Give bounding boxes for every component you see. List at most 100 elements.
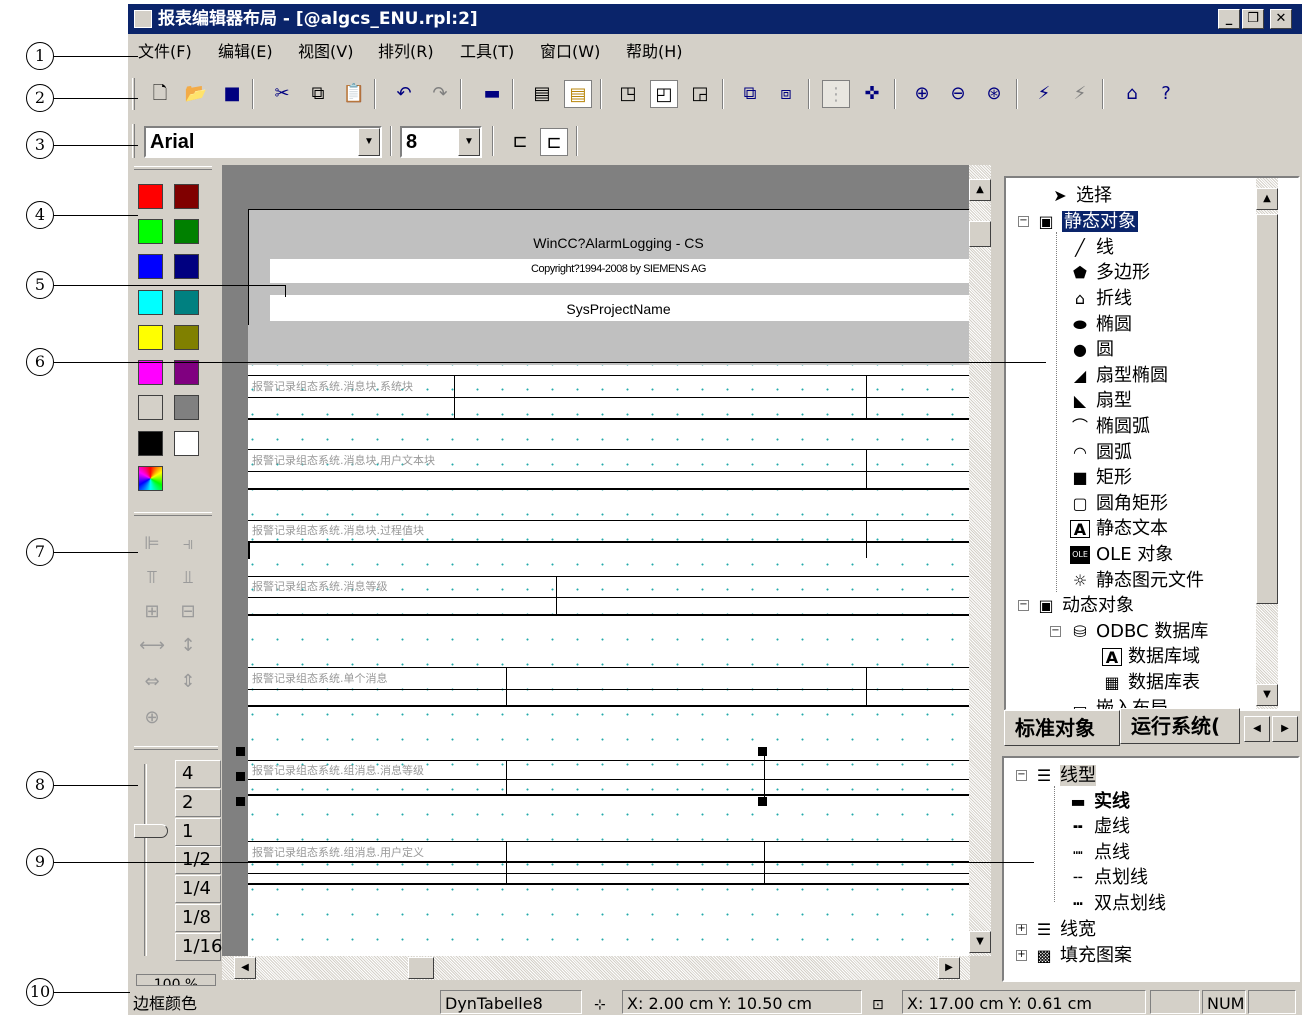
zoom-1-16[interactable]: 1/16 — [175, 933, 222, 961]
scroll-down-icon[interactable]: ▼ — [969, 931, 991, 953]
custom-color-icon[interactable] — [138, 466, 163, 491]
toolbar-grip[interactable] — [132, 78, 135, 110]
scroll-right-icon[interactable]: ▶ — [938, 957, 960, 979]
line-color-icon[interactable]: ⊏ — [506, 128, 534, 156]
chevron-down-icon[interactable]: ▼ — [358, 128, 380, 156]
center-horizontal-icon[interactable]: ⊞ — [138, 598, 166, 626]
zoom-1-8[interactable]: 1/8 — [175, 904, 221, 932]
zoom-1-4[interactable]: 1/4 — [175, 875, 221, 903]
zoom-slider-thumb[interactable] — [134, 824, 168, 838]
selection-handle[interactable] — [236, 772, 245, 781]
project-name[interactable]: SysProjectName — [248, 301, 969, 317]
fill-color-icon[interactable]: ⊏ — [540, 128, 568, 156]
copy-icon[interactable]: ⧉ — [304, 80, 332, 108]
align-top-icon[interactable]: ⫪ — [138, 564, 166, 592]
spread-horizontal-icon[interactable]: ⟷ — [138, 632, 166, 660]
minimize-button[interactable]: _ — [1218, 9, 1240, 29]
color-swatch-red[interactable] — [138, 184, 163, 209]
grid-icon[interactable]: ⋮ — [822, 80, 850, 108]
tab-scroll-right-icon[interactable]: ▶ — [1272, 716, 1298, 742]
report-title[interactable]: WinCC?AlarmLogging - CS — [248, 235, 969, 251]
menu-window[interactable]: 窗口(W) — [540, 36, 600, 68]
dynamic-wizard-icon[interactable]: ⚡ — [1030, 80, 1058, 108]
zoom-fit-icon[interactable]: ⊛ — [980, 80, 1008, 108]
open-icon[interactable]: 📂 — [182, 80, 210, 108]
expand-icon[interactable]: + — [1016, 924, 1027, 935]
tree-item-dynamic-objects[interactable]: ▣ 动态对象 — [1036, 594, 1134, 618]
tree-item-fill-pattern[interactable]: ▩ 填充图案 — [1034, 944, 1132, 968]
restore-button[interactable]: ❐ — [1242, 9, 1264, 29]
tree-item-rounded-rectangle[interactable]: ▢ 圆角矩形 — [1070, 492, 1168, 516]
horizontal-scrollbar[interactable]: ◀ ▶ — [222, 956, 970, 980]
table-field-label[interactable]: 报警记录组态系统.组消息.用户定义 — [252, 844, 424, 860]
tree-item-pie-segment[interactable]: ◣ 扇型 — [1070, 389, 1132, 413]
palette-scrollbar[interactable]: ▲ ▼ — [1256, 178, 1278, 709]
expand-icon[interactable]: + — [1016, 950, 1027, 961]
zoom-1-2[interactable]: 1/2 — [175, 846, 221, 874]
tree-item-ellipse-arc[interactable]: ⌒ 椭圆弧 — [1070, 415, 1150, 439]
table-field-label[interactable]: 报警记录组态系统.消息块.过程值块 — [252, 522, 424, 538]
scroll-down-icon[interactable]: ▼ — [1256, 684, 1278, 706]
align-left-icon[interactable]: ⊫ — [138, 530, 166, 558]
new-icon[interactable]: 🗋 — [146, 80, 174, 108]
tree-item-database-field[interactable]: A 数据库域 — [1102, 645, 1200, 669]
font-name-select[interactable]: Arial ▼ — [144, 126, 382, 158]
tree-item-line[interactable]: ╱ 线 — [1070, 236, 1114, 260]
send-to-back-icon[interactable]: ⧈ — [772, 80, 800, 108]
menu-tools[interactable]: 工具(T) — [460, 36, 514, 68]
zoom-in-icon[interactable]: ⊕ — [908, 80, 936, 108]
color-swatch-teal[interactable] — [174, 290, 199, 315]
horizontal-scroll-thumb[interactable] — [408, 957, 434, 979]
color-swatch-navy[interactable] — [174, 254, 199, 279]
title-bar[interactable]: 报表编辑器布局 - [@algcs_ENU.rpl:2] _ ❐ ✕ — [128, 4, 1302, 34]
color-swatch-gray[interactable] — [174, 395, 199, 420]
color-swatch-green[interactable] — [174, 219, 199, 244]
connection-icon[interactable]: ⚡ — [1066, 80, 1094, 108]
report-canvas[interactable]: WinCC?AlarmLogging - CS Copyright?1994-2… — [228, 165, 969, 956]
close-button[interactable]: ✕ — [1270, 9, 1292, 29]
spread-vertical-icon[interactable]: ↕ — [174, 632, 202, 660]
table-field-label[interactable]: 报警记录组态系统.消息等级 — [252, 578, 388, 594]
font-size-select[interactable]: 8 ▼ — [400, 126, 482, 158]
tree-item-ole-object[interactable]: OLE OLE 对象 — [1070, 543, 1173, 567]
next-page-icon[interactable]: ◲ — [686, 80, 714, 108]
zoom-2[interactable]: 2 — [175, 789, 221, 817]
static-part-icon[interactable]: ▤ — [528, 80, 556, 108]
tree-item-dash-dot-dot-line[interactable]: ┅ 双点划线 — [1068, 892, 1166, 916]
center-vertical-icon[interactable]: ⊟ — [174, 598, 202, 626]
color-swatch-blue[interactable] — [138, 254, 163, 279]
tree-item-line-width[interactable]: ☰ 线宽 — [1034, 918, 1096, 942]
align-right-icon[interactable]: ⫣ — [174, 530, 202, 558]
color-swatch-olive[interactable] — [174, 325, 199, 350]
selection-handle[interactable] — [236, 797, 245, 806]
vertical-scroll-thumb[interactable] — [969, 221, 991, 247]
tree-item-polyline[interactable]: ⌂ 折线 — [1070, 287, 1132, 311]
same-size-icon[interactable]: ⊕ — [138, 704, 166, 732]
color-swatch-white[interactable] — [174, 431, 199, 456]
tree-item-select[interactable]: ➤ 选择 — [1050, 184, 1112, 208]
tree-item-circle[interactable]: ● 圆 — [1070, 338, 1114, 362]
color-swatch-yellow[interactable] — [138, 325, 163, 350]
tree-item-metafile[interactable]: ☼ 静态图元文件 — [1070, 569, 1204, 593]
zoom-4[interactable]: 4 — [175, 760, 221, 788]
tab-runtime-system[interactable]: 运行系统( — [1120, 708, 1240, 744]
context-help-icon[interactable]: ? — [1152, 80, 1180, 108]
color-swatch-purple[interactable] — [174, 360, 199, 385]
paste-icon[interactable]: 📋 — [340, 80, 368, 108]
scroll-up-icon[interactable]: ▲ — [969, 179, 991, 201]
menu-arrange[interactable]: 排列(R) — [378, 36, 434, 68]
cut-icon[interactable]: ✂ — [268, 80, 296, 108]
tree-item-static-objects[interactable]: ▣ 静态对象 — [1036, 210, 1138, 234]
bring-to-front-icon[interactable]: ⧉ — [736, 80, 764, 108]
tree-item-solid-line[interactable]: ▬ 实线 — [1068, 790, 1130, 814]
tree-item-dashed-line[interactable]: ╍ 虚线 — [1068, 815, 1130, 839]
palette-grip[interactable] — [134, 746, 218, 750]
align-bottom-icon[interactable]: ⫫ — [174, 564, 202, 592]
selection-handle[interactable] — [236, 747, 245, 756]
dynamic-part-icon[interactable]: ▤ — [564, 80, 592, 108]
print-icon[interactable]: ▬ — [478, 80, 506, 108]
table-field-label[interactable]: 报警记录组态系统.单个消息 — [252, 670, 388, 686]
tree-item-rectangle[interactable]: ■ 矩形 — [1070, 466, 1132, 490]
selection-handle[interactable] — [758, 747, 767, 756]
tree-item-database-table[interactable]: ▦ 数据库表 — [1102, 671, 1200, 695]
